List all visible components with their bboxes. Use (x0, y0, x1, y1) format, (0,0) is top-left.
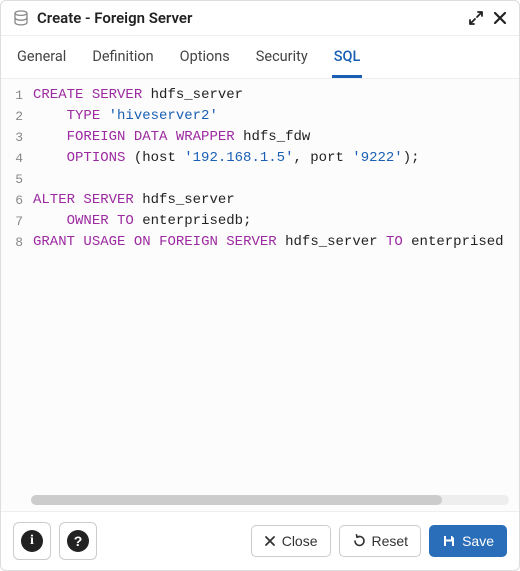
close-button[interactable]: Close (251, 525, 331, 557)
line-number: 8 (1, 232, 23, 253)
line-number: 7 (1, 211, 23, 232)
token-kw: ALTER (33, 192, 75, 208)
token-kw: USAGE (83, 234, 125, 250)
close-icon[interactable] (493, 11, 507, 25)
token-kw: DATA (134, 129, 168, 145)
token-str: '9222' (352, 150, 402, 166)
scrollbar-thumb[interactable] (31, 495, 442, 505)
tab-security[interactable]: Security (254, 36, 310, 78)
reset-label: Reset (372, 533, 409, 549)
close-label: Close (282, 533, 318, 549)
database-icon (13, 10, 29, 26)
info-icon: i (21, 530, 43, 552)
token-kw: ON (134, 234, 151, 250)
line-number: 3 (1, 127, 23, 148)
help-icon: ? (67, 530, 89, 552)
token-ident: port (310, 150, 344, 166)
token-ident: hdfs_server (285, 234, 377, 250)
line-number: 4 (1, 148, 23, 169)
line-number: 1 (1, 85, 23, 106)
token-kw: WRAPPER (176, 129, 235, 145)
token-kw: TO (386, 234, 403, 250)
expand-icon[interactable] (469, 11, 483, 25)
tab-general[interactable]: General (15, 36, 68, 78)
token-kw: TYPE (67, 108, 101, 124)
sql-code[interactable]: CREATE SERVER hdfs_server TYPE 'hiveserv… (29, 79, 519, 511)
token-kw: OPTIONS (67, 150, 126, 166)
sql-editor[interactable]: 12345678 CREATE SERVER hdfs_server TYPE … (1, 79, 519, 511)
reset-icon (352, 534, 366, 548)
token-kw: SERVER (83, 192, 133, 208)
info-button[interactable]: i (13, 522, 51, 560)
token-ident: hdfs_server (142, 192, 234, 208)
token-paren: ( (134, 150, 142, 166)
x-icon (264, 535, 276, 547)
token-kw: FOREIGN (67, 129, 126, 145)
dialog-header: Create - Foreign Server (1, 1, 519, 36)
tab-sql[interactable]: SQL (332, 36, 363, 78)
token-kw: GRANT (33, 234, 75, 250)
token-kw: OWNER (67, 213, 109, 229)
tabs: General Definition Options Security SQL (1, 36, 519, 79)
line-number-gutter: 12345678 (1, 79, 29, 511)
line-number: 2 (1, 106, 23, 127)
token-str: 'hiveserver2' (109, 108, 218, 124)
save-label: Save (462, 533, 494, 549)
token-comma: , (293, 150, 301, 166)
tab-options[interactable]: Options (178, 36, 232, 78)
token-ident: enterprisedb (142, 213, 243, 229)
token-kw: FOREIGN (159, 234, 218, 250)
line-number: 5 (1, 169, 23, 190)
dialog-title: Create - Foreign Server (37, 9, 461, 27)
token-semi: ; (243, 213, 251, 229)
token-ident: hdfs_server (151, 87, 243, 103)
token-ident: enterprised (411, 234, 503, 250)
tab-definition[interactable]: Definition (90, 36, 155, 78)
reset-button[interactable]: Reset (339, 525, 422, 557)
save-icon (442, 534, 456, 548)
token-semi: ; (411, 150, 419, 166)
token-ident: hdfs_fdw (243, 129, 310, 145)
token-kw: SERVER (92, 87, 142, 103)
create-foreign-server-dialog: Create - Foreign Server General Definiti… (0, 0, 520, 571)
token-str: '192.168.1.5' (184, 150, 293, 166)
token-kw: CREATE (33, 87, 83, 103)
help-button[interactable]: ? (59, 522, 97, 560)
line-number: 6 (1, 190, 23, 211)
horizontal-scrollbar[interactable] (31, 495, 509, 505)
token-kw: TO (117, 213, 134, 229)
dialog-footer: i ? Close Reset (1, 511, 519, 570)
token-paren: ) (403, 150, 411, 166)
token-ident: host (142, 150, 176, 166)
token-kw: SERVER (226, 234, 276, 250)
save-button[interactable]: Save (429, 525, 507, 557)
